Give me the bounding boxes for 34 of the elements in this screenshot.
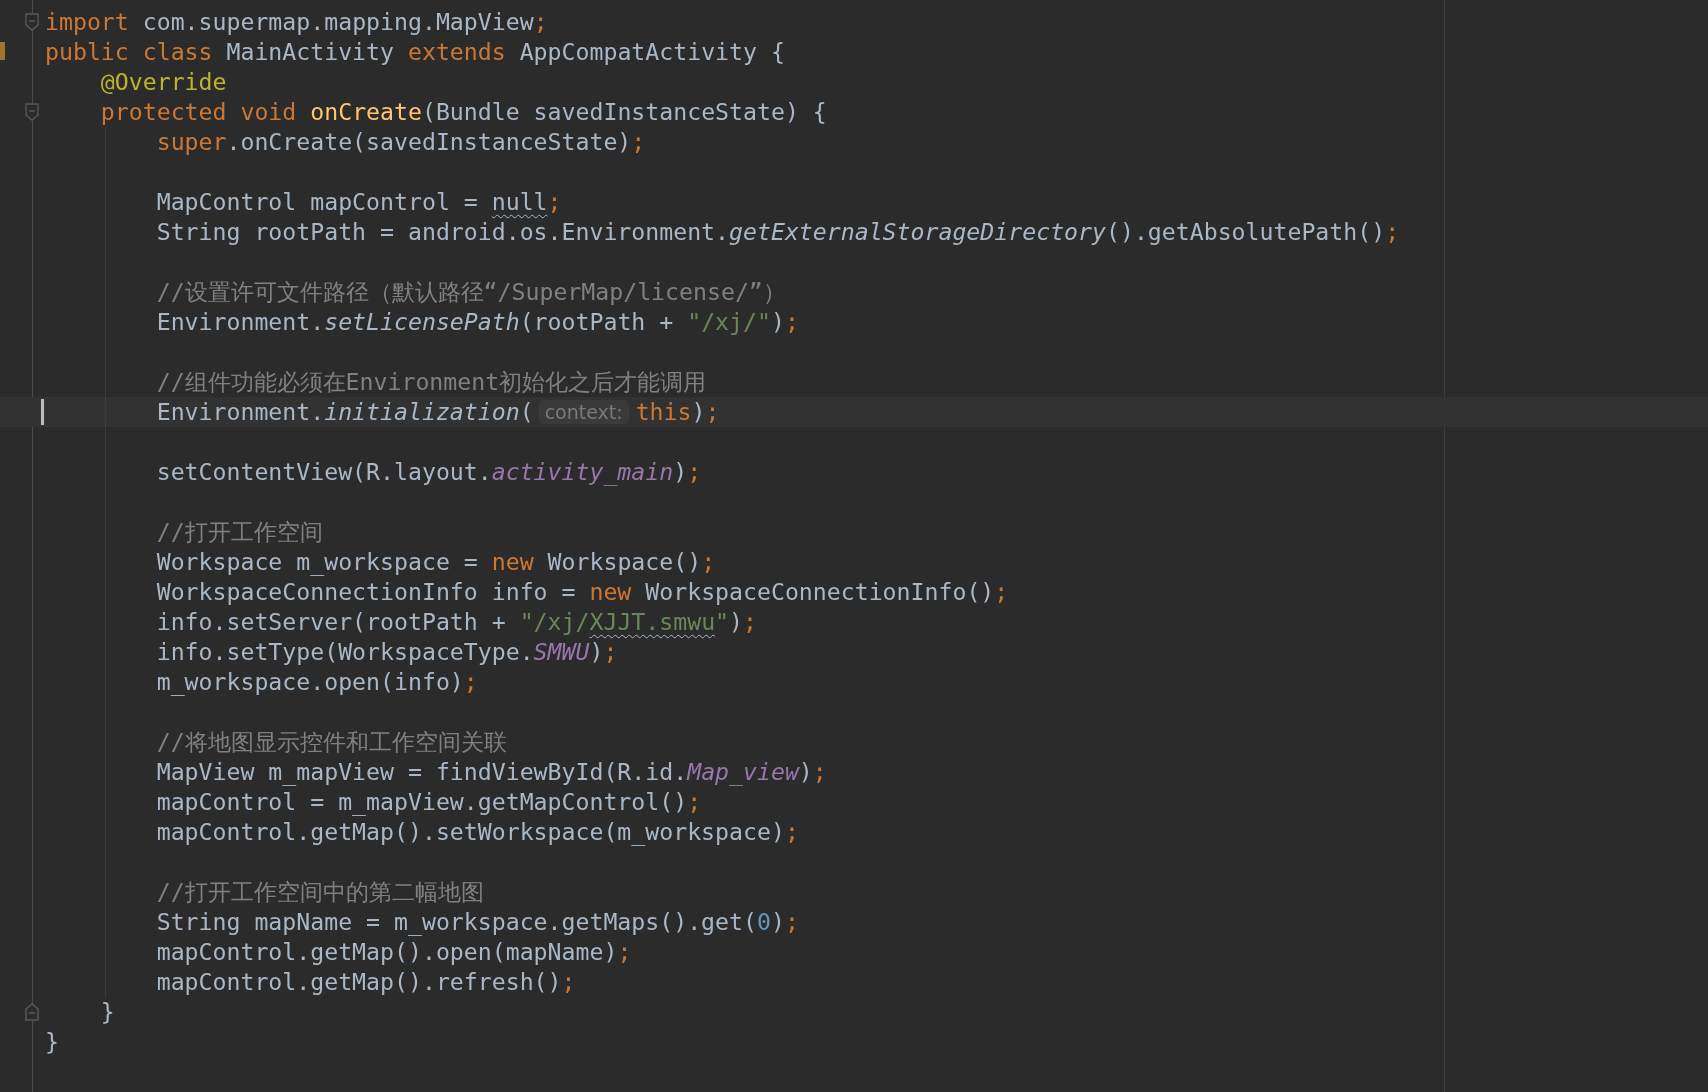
code-line: @Override: [99, 67, 227, 97]
code-line: m_workspace.open(info);: [155, 667, 478, 697]
code-line: Environment.setLicensePath(rootPath + "/xj/");: [155, 307, 799, 337]
code-comment: //打开工作空间: [155, 517, 323, 547]
code-line: setContentView(R.layout.activity_main);: [155, 457, 702, 487]
code-line: info.setServer(rootPath + "/xj/XJJT.smwu");: [155, 607, 757, 637]
code-comment: //设置许可文件路径（默认路径“/SuperMap/license/”）: [155, 277, 786, 307]
code-line: MapView m_mapView = findViewById(R.id.Map_view);: [155, 757, 827, 787]
code-line: this);: [635, 397, 720, 427]
text-cursor: [41, 399, 44, 425]
code-line: protected void onCreate(Bundle savedInstanceState) {: [99, 97, 827, 127]
code-line: String rootPath = android.os.Environment.getExternalStorageDirectory().getAbsolutePath();: [155, 217, 1400, 247]
code-line: mapControl.getMap().setWorkspace(m_workspace);: [155, 817, 799, 847]
code-line: }: [45, 1027, 59, 1057]
fold-icon[interactable]: [25, 103, 39, 121]
code-line: mapControl = m_mapView.getMapControl();: [155, 787, 702, 817]
fold-icon[interactable]: [25, 13, 39, 31]
code-line: import com.supermap.mapping.MapView;: [45, 7, 548, 37]
parameter-hint: context:: [538, 400, 629, 424]
code-line: public class MainActivity extends AppCompatActivity {: [45, 37, 785, 67]
code-line: }: [99, 997, 115, 1027]
code-line: mapControl.getMap().open(mapName);: [155, 937, 632, 967]
code-line: super.onCreate(savedInstanceState);: [155, 127, 646, 157]
code-line: String mapName = m_workspace.getMaps().get(0);: [155, 907, 799, 937]
code-line: WorkspaceConnectionInfo info = new WorkspaceConnectionInfo();: [155, 577, 1009, 607]
fold-icon[interactable]: [25, 1003, 39, 1021]
code-line: MapControl mapControl = null;: [155, 187, 562, 217]
code-comment: //将地图显示控件和工作空间关联: [155, 727, 507, 757]
code-line: Workspace m_workspace = new Workspace();: [155, 547, 716, 577]
code-line: mapControl.getMap().refresh();: [155, 967, 576, 997]
code-comment: //组件功能必须在Environment初始化之后才能调用: [155, 367, 707, 397]
code-comment: //打开工作空间中的第二幅地图: [155, 877, 484, 907]
code-line: Environment.initialization(: [155, 397, 534, 427]
code-line: info.setType(WorkspaceType.SMWU);: [155, 637, 618, 667]
